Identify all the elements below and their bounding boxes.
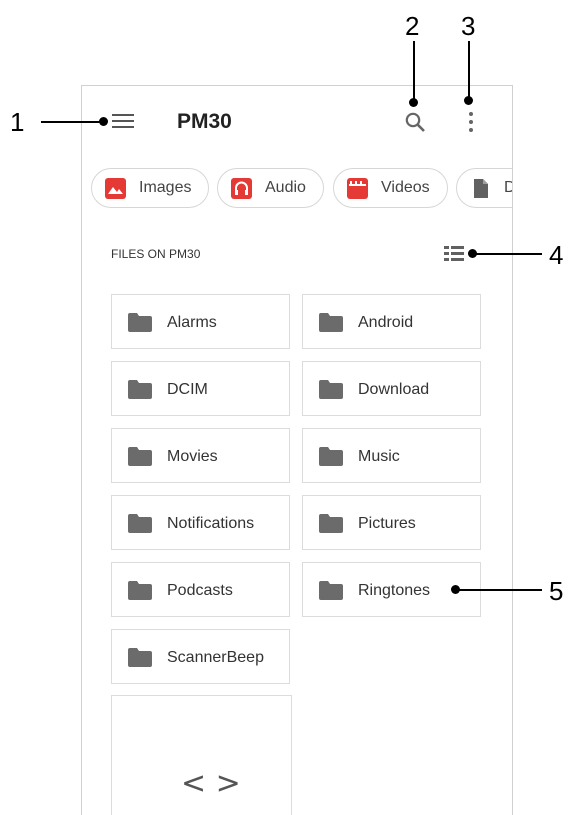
- movie-icon: [347, 178, 368, 199]
- folder-name: DCIM: [167, 381, 208, 398]
- document-icon: [474, 179, 488, 198]
- callout-3-label: 3: [461, 11, 476, 41]
- folder-name: Movies: [167, 448, 218, 465]
- folder-item[interactable]: ScannerBeep: [111, 629, 290, 684]
- chip-videos[interactable]: Videos: [333, 168, 448, 208]
- chip-images[interactable]: Images: [91, 168, 209, 208]
- folder-icon: [128, 648, 152, 667]
- folder-item[interactable]: Podcasts: [111, 562, 290, 617]
- app-bar: PM30: [82, 86, 512, 156]
- list-view-icon[interactable]: [444, 246, 464, 262]
- folder-item[interactable]: Android: [302, 294, 481, 349]
- folder-name: Podcasts: [167, 582, 233, 599]
- folder-name: ScannerBeep: [167, 649, 264, 666]
- code-icon: < >: [181, 766, 241, 801]
- chip-label: Videos: [381, 179, 430, 196]
- folder-icon: [128, 380, 152, 399]
- category-chips: Images Audio Videos D: [91, 168, 512, 210]
- callout-5-line: [459, 589, 542, 591]
- folder-icon: [319, 514, 343, 533]
- folder-icon: [319, 581, 343, 600]
- folder-icon: [128, 313, 152, 332]
- callout-3-dot: [464, 96, 473, 105]
- chip-label: D: [504, 179, 512, 197]
- section-label: FILES ON PM30: [111, 247, 201, 261]
- folder-item[interactable]: Notifications: [111, 495, 290, 550]
- page-title: PM30: [177, 110, 232, 133]
- folder-name: Android: [358, 314, 414, 331]
- folder-item[interactable]: Alarms: [111, 294, 290, 349]
- file-manager-window: PM30 Images Audio Videos FILES ON PM30 A…: [81, 85, 513, 815]
- folder-item[interactable]: Download: [302, 361, 481, 416]
- folder-icon: [128, 514, 152, 533]
- folder-item[interactable]: Pictures: [302, 495, 481, 550]
- folder-name: Pictures: [358, 515, 416, 532]
- folder-name: Notifications: [167, 515, 255, 532]
- callout-2-dot: [409, 98, 418, 107]
- callout-5-dot: [451, 585, 460, 594]
- folder-item[interactable]: DCIM: [111, 361, 290, 416]
- folder-icon: [128, 447, 152, 466]
- callout-4-line: [472, 253, 542, 255]
- folder-name: Ringtones: [358, 582, 431, 599]
- folder-name: Download: [358, 381, 430, 398]
- callout-1-label: 1: [10, 107, 25, 137]
- menu-icon[interactable]: [112, 112, 134, 130]
- callout-2-line: [413, 41, 415, 101]
- chip-audio[interactable]: Audio: [217, 168, 324, 208]
- folder-name: Alarms: [167, 314, 217, 331]
- callout-2-label: 2: [405, 11, 420, 41]
- callout-4-dot: [468, 249, 477, 258]
- callout-3-line: [468, 41, 470, 99]
- headphones-icon: [231, 178, 252, 199]
- image-icon: [105, 178, 126, 199]
- chip-documents[interactable]: D: [456, 168, 512, 208]
- folder-item[interactable]: Movies: [111, 428, 290, 483]
- callout-5-label: 5: [549, 576, 564, 606]
- search-icon[interactable]: [403, 110, 427, 134]
- folder-icon: [319, 313, 343, 332]
- folder-icon: [319, 380, 343, 399]
- folder-item[interactable]: Music: [302, 428, 481, 483]
- code-card[interactable]: < >: [111, 695, 292, 815]
- callout-1-line: [41, 121, 101, 123]
- folder-icon: [319, 447, 343, 466]
- callout-4-label: 4: [549, 240, 564, 270]
- chip-label: Images: [139, 179, 192, 196]
- folder-name: Music: [358, 448, 400, 465]
- more-vert-icon[interactable]: [466, 110, 476, 136]
- callout-1-dot: [99, 117, 108, 126]
- chip-label: Audio: [265, 179, 306, 196]
- folder-icon: [128, 581, 152, 600]
